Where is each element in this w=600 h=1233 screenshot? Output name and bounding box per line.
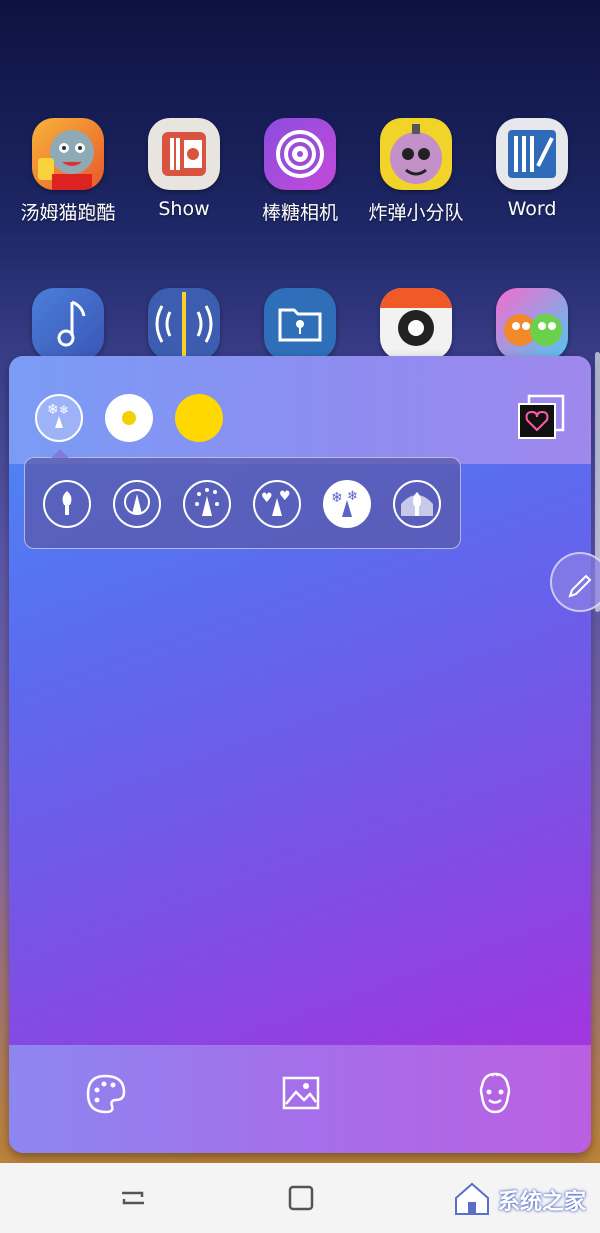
selected-color-dot (122, 411, 136, 425)
app-label: 炸弹小分队 (368, 202, 464, 224)
svg-text:❄: ❄ (59, 403, 69, 417)
app-label: 汤姆猫跑酷 (20, 202, 116, 224)
gradient-pen-button[interactable] (393, 480, 441, 528)
talking-tom-run-icon (32, 118, 104, 190)
app-label: 棒糖相机 (261, 202, 338, 224)
panel-toolbar (9, 356, 591, 464)
hearts-pen-icon: ♥ ♥ (259, 484, 295, 524)
palette-button[interactable] (82, 1070, 128, 1116)
gradient-pen-icon (397, 482, 437, 526)
app-word[interactable]: Word (474, 118, 590, 220)
snowflake-pen-icon: ❄ ❄ (41, 398, 77, 438)
camera-app-icon (380, 288, 452, 360)
hearts-pen-button[interactable]: ♥ ♥ (253, 480, 301, 528)
pen-style-popup: ♥ ♥ ❄ ❄ (24, 449, 461, 549)
watermark: 系统之家 (452, 1178, 586, 1222)
image-icon (278, 1076, 324, 1120)
cartoon-game-icon (496, 288, 568, 360)
app-lollipop-camera[interactable]: 棒糖相机 (242, 118, 358, 225)
edge-pen-handle[interactable] (550, 552, 600, 612)
music-icon (32, 288, 104, 360)
sparkle-pen-icon (189, 484, 225, 524)
glow-pen-button[interactable] (113, 480, 161, 528)
home-icon (286, 1185, 316, 1217)
pencil-icon (552, 574, 600, 614)
color-white-button[interactable] (105, 394, 153, 442)
heart-layers-icon (517, 394, 565, 444)
lollipop-camera-icon (264, 118, 336, 190)
svg-text:❄: ❄ (47, 402, 59, 418)
brush-button[interactable] (43, 480, 91, 528)
watermark-text: 系统之家 (497, 1190, 586, 1215)
svg-text:❄: ❄ (347, 489, 358, 504)
app-wireless[interactable] (126, 288, 242, 360)
app-show[interactable]: Show (126, 118, 242, 220)
palette-icon (82, 1074, 128, 1120)
background-button[interactable] (517, 394, 565, 440)
app-camera[interactable] (358, 288, 474, 360)
selected-effect-button[interactable]: ❄ ❄ (35, 394, 83, 442)
glow-pen-icon (119, 484, 155, 524)
sparkle-pen-button[interactable] (183, 480, 231, 528)
house-logo-icon (452, 1178, 492, 1222)
secure-folder-icon (264, 288, 336, 360)
wireless-icon (148, 288, 220, 360)
show-presentation-icon (148, 118, 220, 190)
image-button[interactable] (278, 1070, 324, 1116)
svg-text:♥: ♥ (279, 489, 291, 504)
word-icon (496, 118, 568, 190)
snowflake-pen-button[interactable]: ❄ ❄ (323, 480, 371, 528)
bomb-squad-icon (380, 118, 452, 190)
app-bomb-squad[interactable]: 炸弹小分队 (358, 118, 474, 225)
app-cartoon-game[interactable] (474, 288, 590, 360)
app-label: Show (158, 198, 210, 220)
snowflake-pen-icon: ❄ ❄ (329, 484, 365, 524)
avatar-button[interactable] (472, 1070, 518, 1116)
live-message-panel[interactable]: ❄ ❄ ♥ ♥ ❄ ❄ (9, 356, 591, 1153)
color-yellow-button[interactable] (175, 394, 223, 442)
app-talking-tom[interactable]: 汤姆猫跑酷 (10, 118, 126, 225)
app-secure-folder[interactable] (242, 288, 358, 360)
recent-apps-button[interactable] (118, 1185, 148, 1213)
home-button[interactable] (286, 1185, 316, 1213)
app-music[interactable] (10, 288, 126, 360)
svg-text:♥: ♥ (261, 491, 273, 506)
avatar-face-icon (472, 1072, 518, 1120)
recent-apps-icon (118, 1191, 148, 1217)
brush-icon (52, 487, 82, 521)
app-label: Word (507, 198, 557, 220)
svg-text:❄: ❄ (331, 490, 343, 506)
